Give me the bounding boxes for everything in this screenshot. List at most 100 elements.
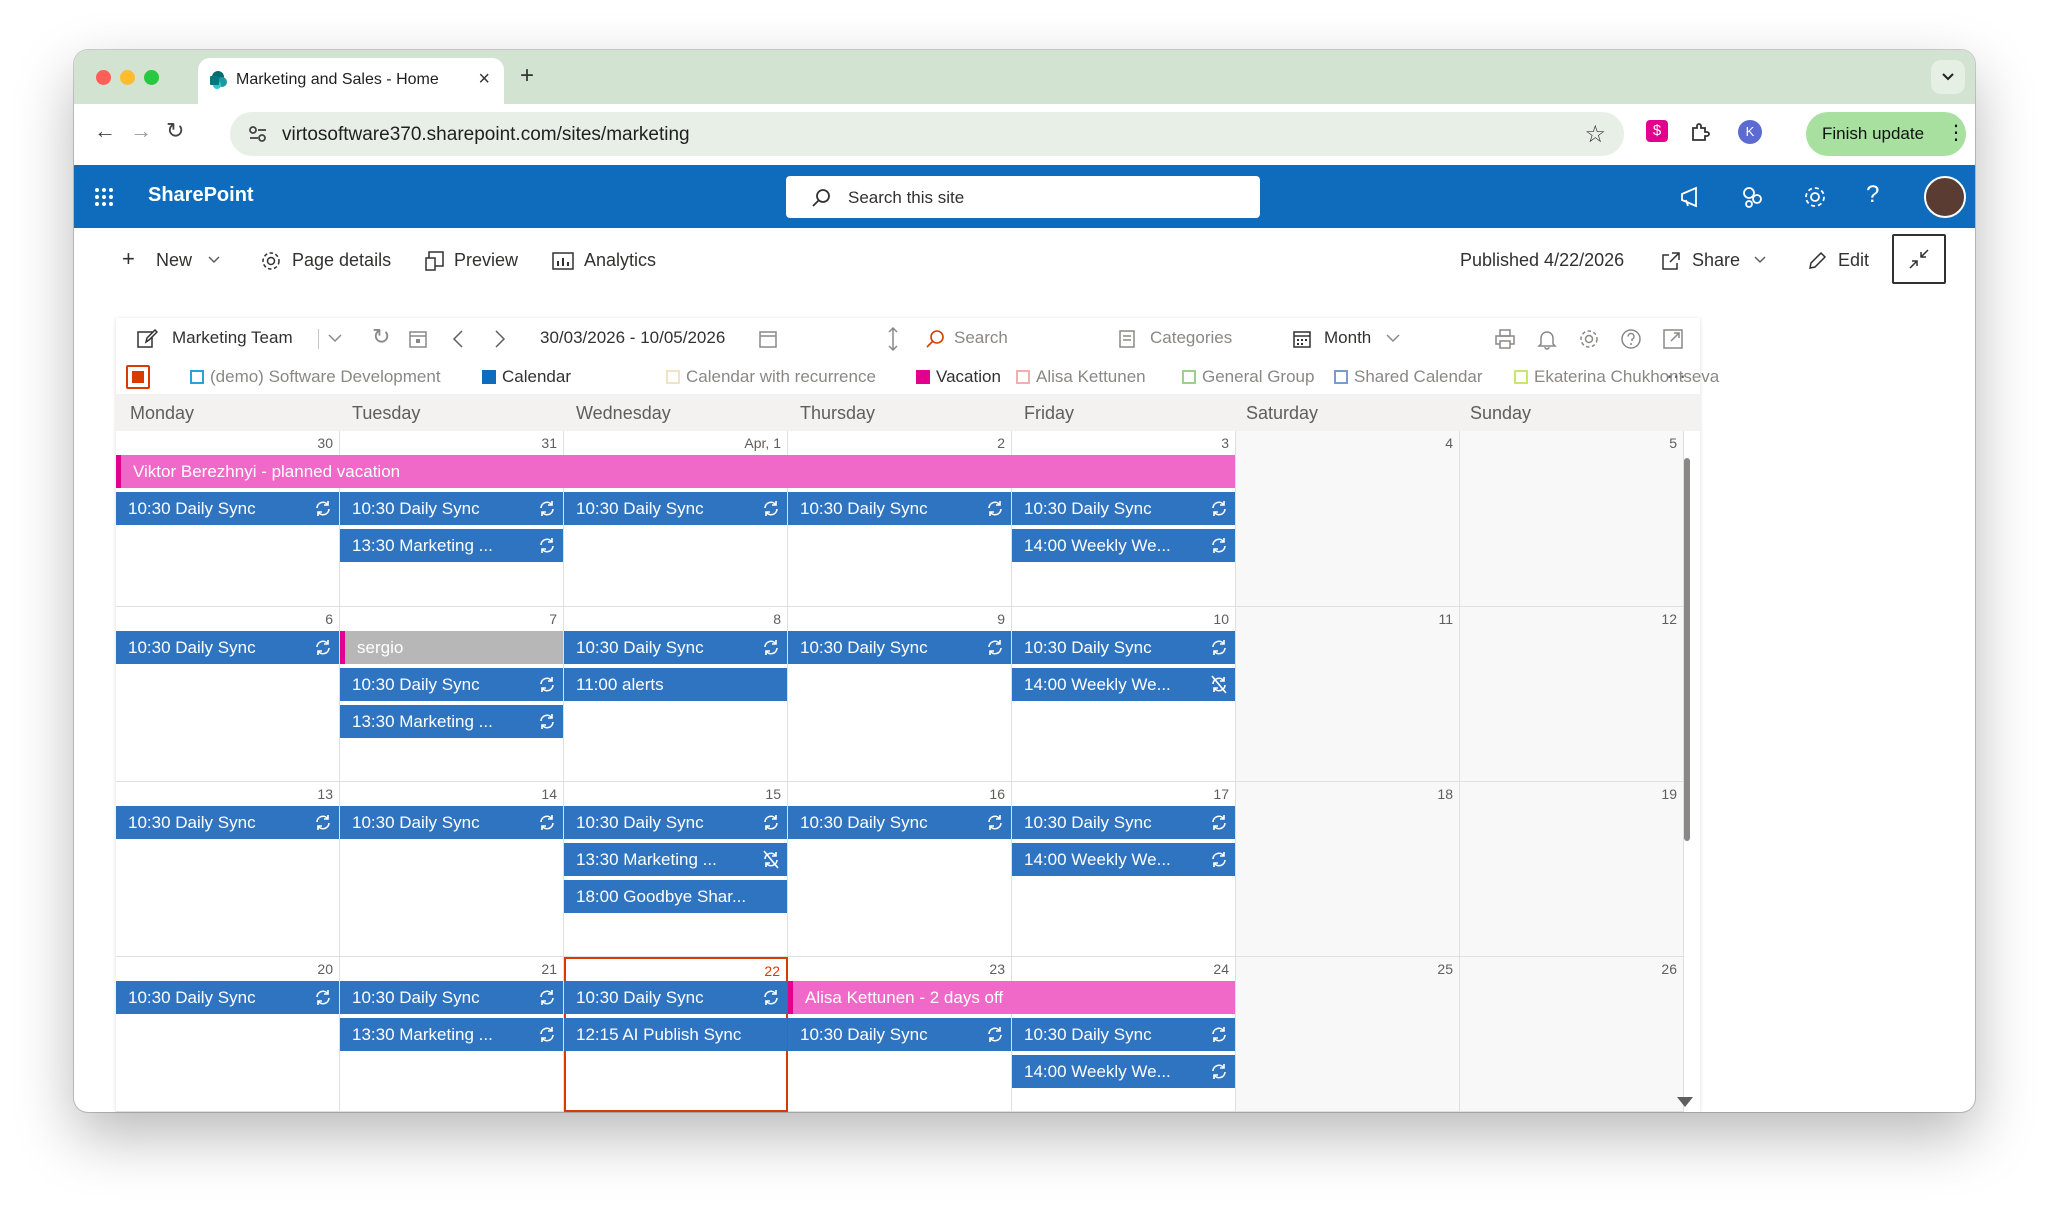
analytics-icon[interactable] xyxy=(552,252,574,270)
gear-icon[interactable] xyxy=(1578,328,1600,350)
calendar-event[interactable]: 10:30 Daily Sync xyxy=(564,806,787,839)
all-day-event[interactable]: Viktor Berezhnyi - planned vacation xyxy=(116,455,1235,488)
gear-icon[interactable] xyxy=(1802,184,1828,210)
minimize-window-button[interactable] xyxy=(120,70,135,85)
chevron-down-icon[interactable] xyxy=(328,334,342,343)
next-arrow-icon[interactable] xyxy=(494,329,506,349)
new-tab-icon[interactable]: + xyxy=(520,62,534,90)
expand-rows-icon[interactable] xyxy=(886,326,900,352)
browser-tab-active[interactable]: Marketing and Sales - Home × xyxy=(198,58,504,104)
calendar-event[interactable]: 10:30 Daily Sync xyxy=(116,806,339,839)
legend-item[interactable]: Vacation xyxy=(916,367,1001,387)
calendar-event[interactable]: 14:00 Weekly We... xyxy=(1012,1055,1235,1088)
vertical-scrollbar[interactable] xyxy=(1684,458,1690,841)
calendar-event[interactable]: 10:30 Daily Sync xyxy=(340,806,563,839)
megaphone-icon[interactable] xyxy=(1678,184,1704,210)
day-cell[interactable]: 12 xyxy=(1460,607,1684,782)
maximize-window-button[interactable] xyxy=(144,70,159,85)
calendar-event[interactable]: 10:30 Daily Sync xyxy=(116,492,339,525)
calendar-search[interactable]: Search xyxy=(954,328,1008,348)
calendar-event[interactable]: 14:00 Weekly We... xyxy=(1012,668,1235,701)
categories-icon[interactable] xyxy=(1118,329,1138,349)
app-launcher-waffle-icon[interactable] xyxy=(94,187,114,207)
new-button[interactable]: New xyxy=(156,250,192,271)
share-button[interactable]: Share xyxy=(1692,250,1740,271)
calendar-event[interactable]: 10:30 Daily Sync xyxy=(340,492,563,525)
calendar-event[interactable]: 10:30 Daily Sync xyxy=(788,492,1011,525)
extension-icon[interactable]: $ xyxy=(1646,120,1668,142)
calendar-event[interactable]: 10:30 Daily Sync xyxy=(788,631,1011,664)
day-cell[interactable]: 11 xyxy=(1236,607,1460,782)
calendar-event[interactable]: 11:00 alerts xyxy=(564,668,787,701)
edit-calendar-icon[interactable] xyxy=(136,329,158,349)
calendar-event[interactable]: 18:00 Goodbye Shar... xyxy=(564,880,787,913)
legend-item[interactable]: Alisa Kettunen xyxy=(1016,367,1146,387)
calendar-event[interactable]: 10:30 Daily Sync xyxy=(564,981,787,1014)
calendar-event[interactable]: 10:30 Daily Sync xyxy=(340,981,563,1014)
sharepoint-app-title[interactable]: SharePoint xyxy=(148,184,254,207)
day-cell[interactable]: 18 xyxy=(1236,782,1460,957)
close-window-button[interactable] xyxy=(96,70,111,85)
calendar-event[interactable]: 12:15 AI Publish Sync xyxy=(564,1018,787,1051)
site-settings-icon[interactable] xyxy=(248,125,268,143)
calendar-name[interactable]: Marketing Team xyxy=(172,328,293,348)
view-selector[interactable]: Month xyxy=(1324,328,1371,348)
more-horizontal-icon[interactable]: ⋯ xyxy=(1666,364,1686,389)
calendar-event[interactable]: 10:30 Daily Sync xyxy=(788,1018,1011,1051)
calendar-event[interactable]: sergio xyxy=(340,631,563,664)
day-cell[interactable]: 4 xyxy=(1236,431,1460,607)
bell-icon[interactable] xyxy=(1536,328,1558,350)
calendar-event[interactable]: 10:30 Daily Sync xyxy=(1012,1018,1235,1051)
page-details-button[interactable]: Page details xyxy=(292,250,391,271)
legend-item[interactable]: Calendar with recurrence xyxy=(666,367,876,387)
extensions-puzzle-icon[interactable] xyxy=(1688,120,1712,144)
calendar-event[interactable]: 10:30 Daily Sync xyxy=(116,631,339,664)
open-in-new-window-icon[interactable] xyxy=(1662,328,1684,350)
preview-button[interactable]: Preview xyxy=(454,250,518,271)
back-arrow-icon[interactable]: ← xyxy=(94,118,116,144)
finish-update-button[interactable]: Finish update ⋮ xyxy=(1806,112,1966,156)
calendar-event[interactable]: 10:30 Daily Sync xyxy=(116,981,339,1014)
chevron-down-icon[interactable] xyxy=(1386,334,1400,343)
sharepoint-feed-icon[interactable] xyxy=(1740,184,1766,210)
calendar-event[interactable]: 13:30 Marketing ... xyxy=(340,705,563,738)
reload-icon[interactable]: ↻ xyxy=(166,118,184,144)
analytics-button[interactable]: Analytics xyxy=(584,250,656,271)
edit-button[interactable]: Edit xyxy=(1838,250,1869,271)
calendar-event[interactable]: 13:30 Marketing ... xyxy=(340,529,563,562)
exit-fullscreen-button[interactable] xyxy=(1892,234,1946,284)
user-avatar[interactable] xyxy=(1924,176,1966,218)
legend-item[interactable]: Ekaterina Chukhontseva xyxy=(1514,367,1719,387)
close-tab-icon[interactable]: × xyxy=(478,68,490,91)
chevron-down-icon[interactable] xyxy=(208,256,220,264)
legend-item[interactable]: General Group xyxy=(1182,367,1314,387)
calendar-event[interactable]: 14:00 Weekly We... xyxy=(1012,529,1235,562)
chevron-down-icon[interactable] xyxy=(1754,256,1766,264)
day-cell[interactable]: 25 xyxy=(1236,957,1460,1112)
legend-item[interactable]: Shared Calendar xyxy=(1334,367,1483,387)
legend-toggle-checkbox[interactable] xyxy=(126,365,150,389)
all-day-event[interactable]: Alisa Kettunen - 2 days off xyxy=(788,981,1235,1014)
day-cell[interactable]: 19 xyxy=(1460,782,1684,957)
forward-arrow-icon[interactable]: → xyxy=(130,118,152,144)
help-icon[interactable]: ? xyxy=(1866,181,1879,209)
calendar-event[interactable]: 10:30 Daily Sync xyxy=(564,492,787,525)
calendar-event[interactable]: 13:30 Marketing ... xyxy=(340,1018,563,1051)
calendar-event[interactable]: 13:30 Marketing ... xyxy=(564,843,787,876)
previous-arrow-icon[interactable] xyxy=(452,329,464,349)
legend-item[interactable]: Calendar xyxy=(482,367,571,387)
help-icon[interactable] xyxy=(1620,328,1642,350)
today-calendar-icon[interactable] xyxy=(408,329,428,349)
calendar-event[interactable]: 14:00 Weekly We... xyxy=(1012,843,1235,876)
refresh-icon[interactable]: ↻ xyxy=(372,324,390,350)
calendar-event[interactable]: 10:30 Daily Sync xyxy=(1012,492,1235,525)
preview-icon[interactable] xyxy=(424,250,446,272)
plus-icon[interactable]: + xyxy=(122,246,135,272)
share-icon[interactable] xyxy=(1660,250,1682,272)
calendar-event[interactable]: 10:30 Daily Sync xyxy=(340,668,563,701)
calendar-event[interactable]: 10:30 Daily Sync xyxy=(1012,806,1235,839)
scroll-down-arrow-icon[interactable] xyxy=(1676,1096,1694,1108)
pencil-icon[interactable] xyxy=(1806,250,1828,272)
profile-avatar[interactable]: K xyxy=(1738,120,1762,144)
gear-icon[interactable] xyxy=(260,250,282,272)
